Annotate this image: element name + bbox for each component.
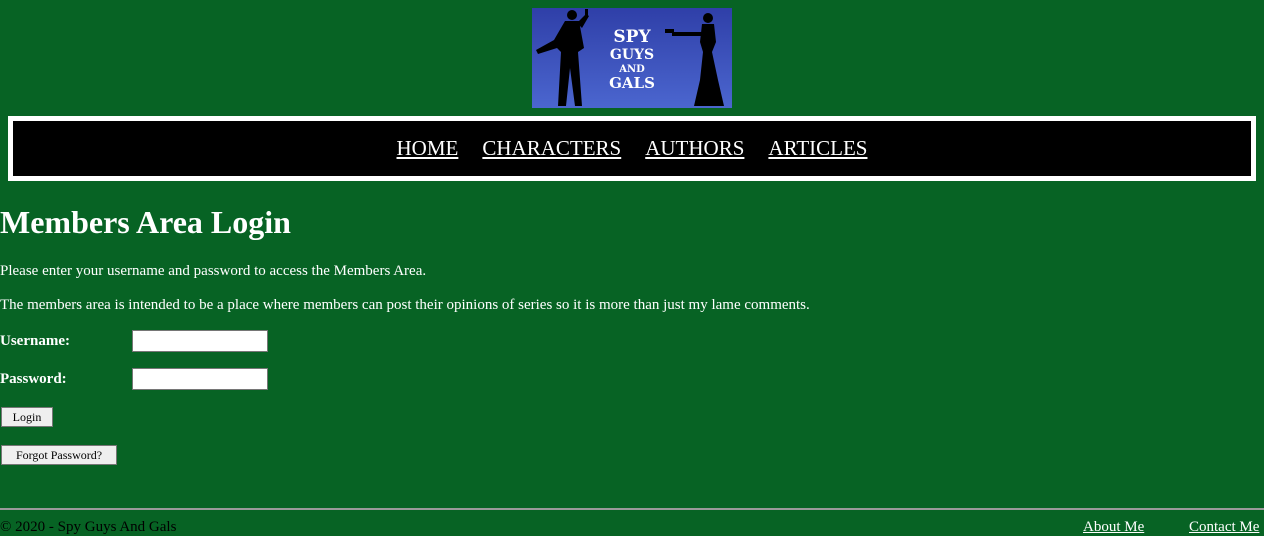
nav-link-home[interactable]: HOME xyxy=(397,138,459,159)
password-label: Password: xyxy=(0,371,67,387)
username-label: Username: xyxy=(0,333,70,349)
login-button[interactable]: Login xyxy=(1,407,53,427)
footer-link-contact[interactable]: Contact Me xyxy=(1189,518,1259,536)
svg-text:GUYS: GUYS xyxy=(610,47,654,63)
intro-text: Please enter your username and password … xyxy=(0,263,427,279)
nav-link-characters[interactable]: CHARACTERS xyxy=(482,138,621,159)
copyright-text: © 2020 - Spy Guys And Gals xyxy=(0,519,177,535)
footer-divider xyxy=(0,508,1264,510)
forgot-password-button[interactable]: Forgot Password? xyxy=(1,445,117,465)
logo-image: SPY GUYS AND GALS xyxy=(532,8,732,108)
site-logo[interactable]: SPY GUYS AND GALS xyxy=(532,8,732,108)
main-navigation: HOME CHARACTERS AUTHORS ARTICLES xyxy=(8,116,1256,181)
password-input[interactable] xyxy=(132,368,268,390)
username-input[interactable] xyxy=(132,330,268,352)
svg-text:SPY: SPY xyxy=(613,27,651,47)
page-title: Members Area Login xyxy=(0,204,291,240)
description-text: The members area is intended to be a pla… xyxy=(0,297,810,313)
nav-link-articles[interactable]: ARTICLES xyxy=(768,138,867,159)
nav-link-authors[interactable]: AUTHORS xyxy=(645,138,744,159)
footer-link-about[interactable]: About Me xyxy=(1083,518,1144,536)
svg-text:GALS: GALS xyxy=(609,74,655,92)
page: SPY GUYS AND GALS HOME CHARACTERS AUTHOR… xyxy=(0,0,1264,536)
